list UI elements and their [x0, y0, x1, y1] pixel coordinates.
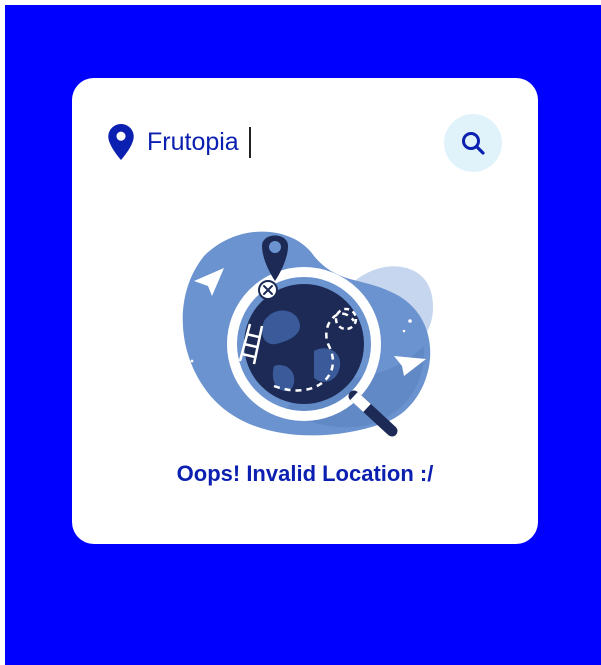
weather-card: Oops! Invalid Location :/: [72, 78, 538, 544]
search-icon: [462, 132, 485, 155]
globe: [244, 284, 364, 404]
search-button[interactable]: [444, 114, 502, 172]
map-pin-icon: [108, 124, 134, 160]
error-message: Oops! Invalid Location :/: [176, 461, 434, 486]
app-background: Oops! Invalid Location :/: [5, 5, 601, 665]
text-cursor: [249, 127, 251, 158]
search-bar: [108, 114, 502, 176]
location-input[interactable]: [147, 122, 447, 162]
invalid-location-illustration: [182, 231, 434, 437]
